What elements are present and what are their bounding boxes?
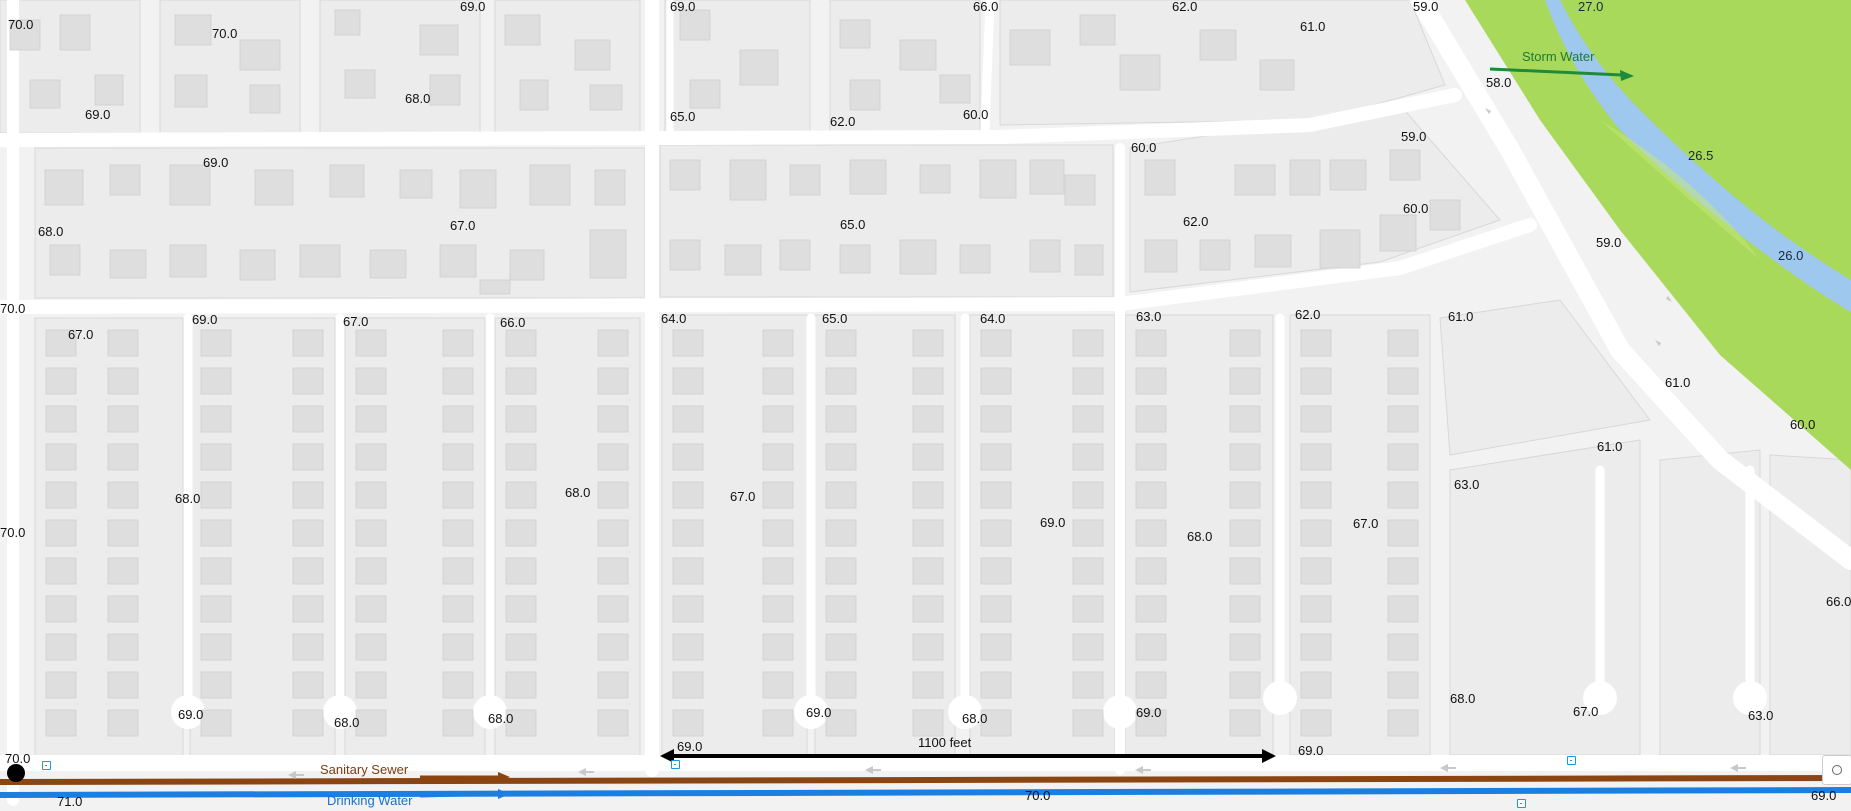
sanitary-sewer-line (0, 775, 1851, 785)
elevation-label: 67.0 (1353, 516, 1379, 531)
elevation-label: 67.0 (1573, 704, 1599, 719)
elevation-label: 67.0 (343, 314, 369, 329)
elevation-label: 67.0 (68, 327, 94, 342)
elevation-label: 69.0 (677, 739, 703, 754)
water-valve-icon[interactable] (1517, 799, 1526, 808)
elevation-label: 64.0 (661, 311, 687, 326)
elevation-label: 60.0 (1131, 140, 1157, 155)
elevation-label: 60.0 (1403, 201, 1429, 216)
elevation-label: 66.0 (1826, 594, 1851, 609)
elevation-label: 65.0 (840, 217, 866, 232)
elevation-label: 70.0 (0, 525, 26, 540)
elevation-label: 68.0 (488, 711, 514, 726)
elevation-label: 69.0 (806, 705, 832, 720)
water-level-label: 27.0 (1578, 0, 1604, 14)
elevation-label: 61.0 (1300, 19, 1326, 34)
elevation-label: 69.0 (85, 107, 111, 122)
elevation-label: 70.0 (1025, 788, 1051, 803)
water-valve-icon[interactable] (1567, 756, 1576, 765)
elevation-label: 67.0 (730, 489, 756, 504)
elevation-label: 59.0 (1401, 129, 1427, 144)
locate-icon[interactable] (1822, 755, 1851, 785)
water-valve-icon[interactable] (671, 760, 680, 769)
elevation-label: 71.0 (57, 794, 83, 809)
elevation-label: 69.0 (178, 707, 204, 722)
elevation-label: 70.0 (8, 17, 34, 32)
elevation-label: 61.0 (1665, 375, 1691, 390)
storm-water-label: Storm Water (1522, 49, 1595, 64)
elevation-label: 66.0 (500, 315, 526, 330)
elevation-label: 69.0 (460, 0, 486, 14)
elevation-label: 69.0 (1136, 705, 1162, 720)
water-valve-icon[interactable] (42, 761, 51, 770)
elevation-label: 69.0 (1040, 515, 1066, 530)
elevation-label: 67.0 (450, 218, 476, 233)
elevation-label: 59.0 (1596, 235, 1622, 250)
elevation-label: 63.0 (1748, 708, 1774, 723)
elevation-label: 65.0 (670, 109, 696, 124)
map-canvas[interactable]: Storm Water Sanitary Sewer Drinking Wate… (0, 0, 1851, 811)
elevation-label: 69.0 (1298, 743, 1324, 758)
elevation-label: 68.0 (38, 224, 64, 239)
elevation-label: 68.0 (1187, 529, 1213, 544)
elevation-label: 58.0 (1486, 75, 1512, 90)
elevation-label: 68.0 (1450, 691, 1476, 706)
elevation-label: 69.0 (670, 0, 696, 14)
elevation-label: 68.0 (405, 91, 431, 106)
scale-label: 1100 feet (918, 735, 972, 750)
elevation-label: 70.0 (0, 301, 26, 316)
elevation-label: 70.0 (5, 751, 31, 766)
black-dot-icon (7, 764, 25, 782)
elevation-label: 62.0 (1172, 0, 1198, 14)
elevation-label: 60.0 (963, 107, 989, 122)
elevation-label: 68.0 (565, 485, 591, 500)
elevation-label: 60.0 (1790, 417, 1816, 432)
map-base (0, 0, 1851, 811)
elevation-label: 64.0 (980, 311, 1006, 326)
elevation-label: 61.0 (1597, 439, 1623, 454)
elevation-label: 62.0 (1183, 214, 1209, 229)
drinking-water-label: Drinking Water (327, 793, 413, 808)
elevation-label: 68.0 (175, 491, 201, 506)
elevation-label: 65.0 (822, 311, 848, 326)
elevation-label: 68.0 (962, 711, 988, 726)
elevation-label: 69.0 (1811, 788, 1837, 803)
elevation-label: 70.0 (212, 26, 238, 41)
water-level-label: 26.0 (1778, 248, 1804, 263)
elevation-label: 66.0 (973, 0, 999, 14)
elevation-label: 62.0 (1295, 307, 1321, 322)
elevation-label: 69.0 (203, 155, 229, 170)
elevation-label: 59.0 (1413, 0, 1439, 14)
elevation-label: 63.0 (1136, 309, 1162, 324)
elevation-label: 69.0 (192, 312, 218, 327)
elevation-label: 68.0 (334, 715, 360, 730)
elevation-label: 61.0 (1448, 309, 1474, 324)
elevation-label: 62.0 (830, 114, 856, 129)
water-level-label: 26.5 (1688, 148, 1714, 163)
elevation-label: 63.0 (1454, 477, 1480, 492)
sanitary-sewer-label: Sanitary Sewer (320, 762, 409, 777)
